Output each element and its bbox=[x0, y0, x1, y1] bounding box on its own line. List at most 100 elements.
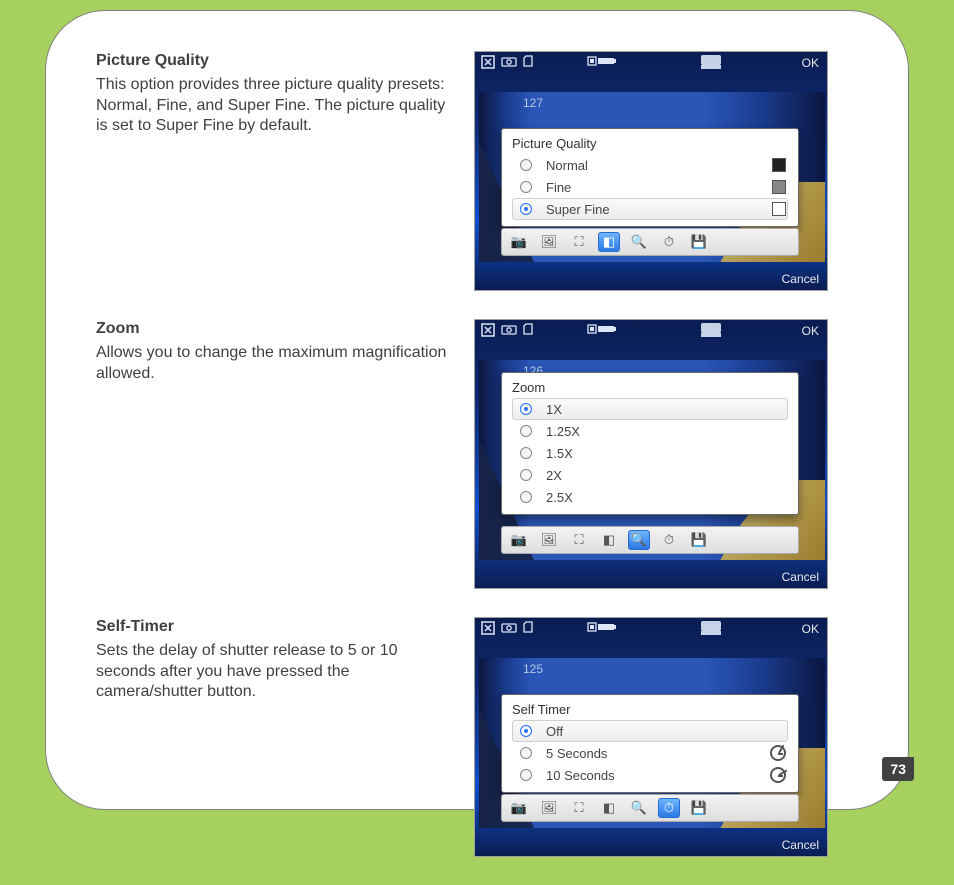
screenshot-self-timer: OK 125 Self Timer Off bbox=[474, 617, 828, 857]
section-heading: Picture Quality bbox=[96, 51, 454, 71]
status-bar: OK bbox=[475, 618, 827, 640]
cancel-softkey[interactable]: Cancel bbox=[782, 838, 819, 852]
radio-icon bbox=[520, 747, 532, 759]
cancel-softkey[interactable]: Cancel bbox=[782, 570, 819, 584]
signal-icon bbox=[700, 620, 722, 636]
timer-icon[interactable]: ⏱ bbox=[658, 798, 680, 818]
radio-icon bbox=[520, 403, 532, 415]
sd-card-icon bbox=[523, 621, 533, 635]
quality-icon bbox=[772, 180, 786, 194]
quality-icon[interactable]: ◧ bbox=[598, 232, 620, 252]
mode-icon[interactable]: 📷 bbox=[508, 232, 530, 252]
option-5-seconds[interactable]: 5 Seconds bbox=[502, 742, 798, 764]
save-icon[interactable]: 💾 bbox=[688, 232, 710, 252]
screenshot-column: OK 127 Picture Quality Normal bbox=[474, 51, 828, 291]
menu-title: Zoom bbox=[502, 377, 798, 398]
timer-icon[interactable]: ⏱ bbox=[658, 232, 680, 252]
landscape-icon[interactable]: 🖼 bbox=[538, 798, 560, 818]
save-icon[interactable]: 💾 bbox=[688, 530, 710, 550]
mode-icon[interactable]: 📷 bbox=[508, 530, 530, 550]
picture-quality-menu: Picture Quality Normal Fine bbox=[501, 128, 799, 227]
resolution-icon[interactable]: ⛶ bbox=[568, 232, 590, 252]
camera-icon bbox=[501, 323, 517, 337]
quality-icon[interactable]: ◧ bbox=[598, 798, 620, 818]
zoom-icon[interactable]: 🔍 bbox=[628, 232, 650, 252]
zoom-menu: Zoom 1X 1.25X bbox=[501, 372, 799, 515]
section-body: Allows you to change the maximum magnifi… bbox=[96, 343, 454, 384]
option-10-seconds[interactable]: 10 Seconds bbox=[502, 764, 798, 786]
timer-icon[interactable]: ⏱ bbox=[658, 530, 680, 550]
shots-counter: 125 bbox=[523, 662, 543, 676]
text-column: Zoom Allows you to change the maximum ma… bbox=[96, 319, 454, 589]
section-picture-quality: Picture Quality This option provides thr… bbox=[96, 51, 866, 291]
cancel-softkey[interactable]: Cancel bbox=[782, 272, 819, 286]
option-label: Fine bbox=[546, 180, 571, 195]
text-column: Self-Timer Sets the delay of shutter rel… bbox=[96, 617, 454, 857]
radio-icon bbox=[520, 425, 532, 437]
page-number: 73 bbox=[882, 757, 914, 781]
camera-toolbar: 📷 🖼 ⛶ ◧ 🔍 ⏱ 💾 bbox=[501, 228, 799, 256]
quality-icon bbox=[772, 202, 786, 216]
close-icon bbox=[481, 621, 495, 635]
radio-icon bbox=[520, 769, 532, 781]
option-label: 10 Seconds bbox=[546, 768, 615, 783]
signal-icon bbox=[700, 54, 722, 70]
shots-counter: 127 bbox=[523, 96, 543, 110]
resolution-icon[interactable]: ⛶ bbox=[568, 798, 590, 818]
option-super-fine[interactable]: Super Fine bbox=[502, 198, 798, 220]
option-off[interactable]: Off bbox=[502, 720, 798, 742]
radio-icon bbox=[520, 469, 532, 481]
section-heading: Self-Timer bbox=[96, 617, 454, 637]
option-label: Super Fine bbox=[546, 202, 610, 217]
text-column: Picture Quality This option provides thr… bbox=[96, 51, 454, 291]
battery-icon bbox=[587, 55, 617, 67]
close-icon bbox=[481, 55, 495, 69]
option-normal[interactable]: Normal bbox=[502, 154, 798, 176]
radio-icon bbox=[520, 159, 532, 171]
option-label: Off bbox=[546, 724, 563, 739]
option-label: 1.25X bbox=[546, 424, 580, 439]
option-1x[interactable]: 1X bbox=[502, 398, 798, 420]
status-bar: OK bbox=[475, 320, 827, 342]
battery-icon bbox=[587, 621, 617, 633]
page-content: Picture Quality This option provides thr… bbox=[96, 51, 866, 885]
quality-icon[interactable]: ◧ bbox=[598, 530, 620, 550]
radio-icon bbox=[520, 491, 532, 503]
option-1-5x[interactable]: 1.5X bbox=[502, 442, 798, 464]
option-fine[interactable]: Fine bbox=[502, 176, 798, 198]
landscape-icon[interactable]: 🖼 bbox=[538, 530, 560, 550]
option-2-5x[interactable]: 2.5X bbox=[502, 486, 798, 508]
radio-icon bbox=[520, 725, 532, 737]
sd-card-icon bbox=[523, 55, 533, 69]
screenshot-column: OK 126 Zoom 1X bbox=[474, 319, 828, 589]
zoom-icon[interactable]: 🔍 bbox=[628, 798, 650, 818]
save-icon[interactable]: 💾 bbox=[688, 798, 710, 818]
timer-icon bbox=[770, 767, 786, 783]
screenshot-zoom: OK 126 Zoom 1X bbox=[474, 319, 828, 589]
option-label: Normal bbox=[546, 158, 588, 173]
radio-icon bbox=[520, 181, 532, 193]
option-label: 1.5X bbox=[546, 446, 573, 461]
ok-softkey[interactable]: OK bbox=[802, 56, 819, 70]
self-timer-menu: Self Timer Off 5 Seconds bbox=[501, 694, 799, 793]
resolution-icon[interactable]: ⛶ bbox=[568, 530, 590, 550]
zoom-icon[interactable]: 🔍 bbox=[628, 530, 650, 550]
mode-icon[interactable]: 📷 bbox=[508, 798, 530, 818]
sd-card-icon bbox=[523, 323, 533, 337]
option-2x[interactable]: 2X bbox=[502, 464, 798, 486]
camera-icon bbox=[501, 621, 517, 635]
menu-title: Self Timer bbox=[502, 699, 798, 720]
ok-softkey[interactable]: OK bbox=[802, 622, 819, 636]
quality-icon bbox=[772, 158, 786, 172]
landscape-icon[interactable]: 🖼 bbox=[538, 232, 560, 252]
option-label: 5 Seconds bbox=[546, 746, 607, 761]
timer-icon bbox=[770, 745, 786, 761]
status-bar: OK bbox=[475, 52, 827, 74]
manual-page: Picture Quality This option provides thr… bbox=[45, 10, 909, 810]
option-label: 1X bbox=[546, 402, 562, 417]
camera-toolbar: 📷 🖼 ⛶ ◧ 🔍 ⏱ 💾 bbox=[501, 526, 799, 554]
section-body: This option provides three picture quali… bbox=[96, 75, 454, 136]
option-1-25x[interactable]: 1.25X bbox=[502, 420, 798, 442]
ok-softkey[interactable]: OK bbox=[802, 324, 819, 338]
screenshot-picture-quality: OK 127 Picture Quality Normal bbox=[474, 51, 828, 291]
